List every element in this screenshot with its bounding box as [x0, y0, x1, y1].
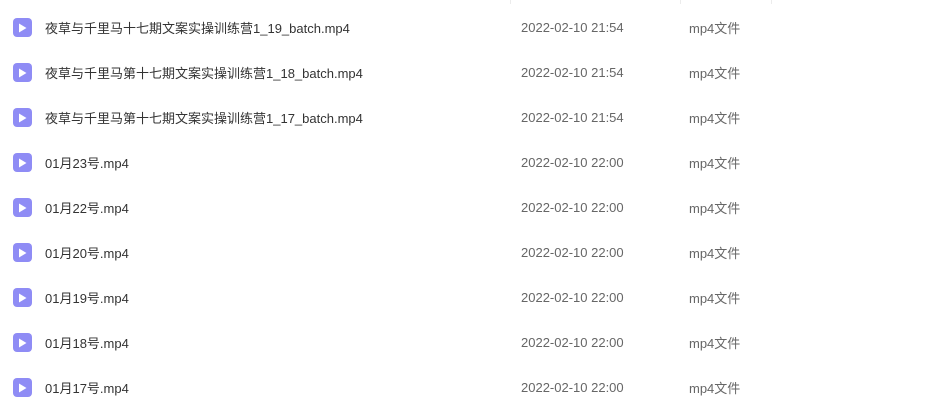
- file-row[interactable]: 01月22号.mp4 2022-02-10 22:00 mp4文件: [0, 185, 772, 230]
- column-header-edge: [0, 0, 772, 4]
- video-file-icon: [13, 288, 32, 307]
- video-file-icon: [13, 18, 32, 37]
- file-row[interactable]: 01月18号.mp4 2022-02-10 22:00 mp4文件: [0, 320, 772, 365]
- column-divider-type[interactable]: [681, 0, 772, 4]
- video-file-icon: [13, 333, 32, 352]
- video-file-icon: [13, 198, 32, 217]
- file-type: mp4文件: [689, 156, 741, 171]
- video-file-icon: [13, 153, 32, 172]
- file-modified-date: 2022-02-10 22:00: [521, 380, 624, 395]
- file-row[interactable]: 01月20号.mp4 2022-02-10 22:00 mp4文件: [0, 230, 772, 275]
- file-modified-date: 2022-02-10 22:00: [521, 290, 624, 305]
- file-type: mp4文件: [689, 21, 741, 36]
- video-file-icon: [13, 243, 32, 262]
- file-modified-date: 2022-02-10 22:00: [521, 200, 624, 215]
- file-name[interactable]: 01月18号.mp4: [45, 333, 129, 352]
- file-type: mp4文件: [689, 111, 741, 126]
- file-type: mp4文件: [689, 246, 741, 261]
- file-row[interactable]: 01月23号.mp4 2022-02-10 22:00 mp4文件: [0, 140, 772, 185]
- file-modified-date: 2022-02-10 21:54: [521, 65, 624, 80]
- file-name[interactable]: 夜草与千里马第十七期文案实操训练营1_18_batch.mp4: [45, 63, 363, 82]
- file-type: mp4文件: [689, 201, 741, 216]
- file-row[interactable]: 01月17号.mp4 2022-02-10 22:00 mp4文件: [0, 365, 772, 410]
- file-name[interactable]: 01月20号.mp4: [45, 243, 129, 262]
- file-name[interactable]: 01月17号.mp4: [45, 378, 129, 397]
- column-divider-name[interactable]: [0, 0, 511, 4]
- video-file-icon: [13, 378, 32, 397]
- file-type: mp4文件: [689, 66, 741, 81]
- file-type: mp4文件: [689, 381, 741, 396]
- file-row[interactable]: 夜草与千里马十七期文案实操训练营1_19_batch.mp4 2022-02-1…: [0, 5, 772, 50]
- file-row[interactable]: 夜草与千里马第十七期文案实操训练营1_17_batch.mp4 2022-02-…: [0, 95, 772, 140]
- file-list: 夜草与千里马十七期文案实操训练营1_19_batch.mp4 2022-02-1…: [0, 0, 934, 420]
- file-modified-date: 2022-02-10 22:00: [521, 245, 624, 260]
- file-name[interactable]: 01月19号.mp4: [45, 288, 129, 307]
- file-name[interactable]: 01月23号.mp4: [45, 153, 129, 172]
- file-name[interactable]: 夜草与千里马十七期文案实操训练营1_19_batch.mp4: [45, 18, 350, 37]
- file-name[interactable]: 01月22号.mp4: [45, 198, 129, 217]
- file-type: mp4文件: [689, 291, 741, 306]
- video-file-icon: [13, 108, 32, 127]
- file-modified-date: 2022-02-10 22:00: [521, 155, 624, 170]
- file-row[interactable]: 01月19号.mp4 2022-02-10 22:00 mp4文件: [0, 275, 772, 320]
- file-modified-date: 2022-02-10 21:54: [521, 20, 624, 35]
- file-modified-date: 2022-02-10 21:54: [521, 110, 624, 125]
- file-type: mp4文件: [689, 336, 741, 351]
- video-file-icon: [13, 63, 32, 82]
- column-divider-modified[interactable]: [511, 0, 681, 4]
- file-modified-date: 2022-02-10 22:00: [521, 335, 624, 350]
- file-row[interactable]: 夜草与千里马第十七期文案实操训练营1_18_batch.mp4 2022-02-…: [0, 50, 772, 95]
- file-name[interactable]: 夜草与千里马第十七期文案实操训练营1_17_batch.mp4: [45, 108, 363, 127]
